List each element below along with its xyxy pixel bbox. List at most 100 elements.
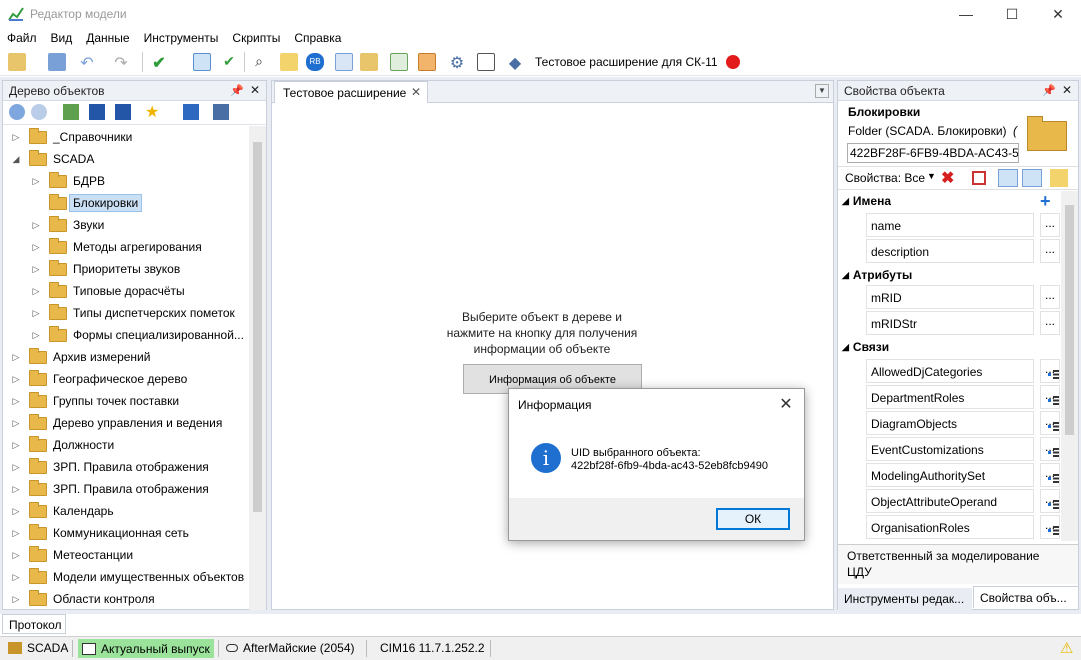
expander-icon[interactable]: ◢ bbox=[11, 154, 21, 165]
tab-dropdown-icon[interactable]: ▼ bbox=[815, 84, 829, 98]
menu-data[interactable]: Данные bbox=[79, 28, 136, 48]
tab-object-properties[interactable]: Свойства объ... bbox=[973, 586, 1079, 608]
menu-tools[interactable]: Инструменты bbox=[137, 28, 226, 48]
tree-item[interactable]: ▷ ЗРП. Правила отображения bbox=[3, 456, 248, 478]
group-names[interactable]: ◢ Имена bbox=[838, 191, 1060, 211]
prop-link-edit-button[interactable]: ... bbox=[1040, 515, 1060, 539]
tree-item[interactable]: ▷ Географическое дерево bbox=[3, 368, 248, 390]
prop-link-edit-button[interactable]: ... bbox=[1040, 411, 1060, 435]
folder-tm-icon[interactable] bbox=[360, 53, 378, 71]
properties-filter[interactable]: Свойства: Все bbox=[845, 171, 925, 185]
tree-item[interactable]: ▷ Календарь bbox=[3, 500, 248, 522]
expander-icon[interactable]: ▷ bbox=[31, 242, 41, 253]
properties-scrollbar[interactable] bbox=[1061, 191, 1078, 541]
expander-icon[interactable]: ▷ bbox=[31, 308, 41, 319]
prop-link[interactable]: EventCustomizations bbox=[866, 437, 1059, 461]
new-icon[interactable] bbox=[8, 53, 26, 71]
prop-description[interactable]: description bbox=[866, 239, 1034, 263]
prop-link[interactable]: ObjectAttributeOperand bbox=[866, 489, 1059, 513]
close-panel-icon[interactable]: ✕ bbox=[250, 83, 260, 97]
maximize-button[interactable]: ☐ bbox=[989, 0, 1035, 28]
prop-link-edit-button[interactable]: ... bbox=[1040, 359, 1060, 383]
tree-scroll-thumb[interactable] bbox=[253, 142, 262, 512]
windows-icon[interactable] bbox=[183, 104, 199, 120]
prop-link[interactable]: OrganisationRoles bbox=[866, 515, 1059, 539]
prop-link[interactable]: DepartmentRoles bbox=[866, 385, 1059, 409]
tree-item[interactable]: ▷ Приоритеты звуков bbox=[3, 258, 248, 280]
expander-icon[interactable]: ▷ bbox=[11, 418, 21, 429]
group-attributes[interactable]: ◢ Атрибуты bbox=[838, 265, 1060, 285]
uid-field[interactable]: 422BF28F-6FB9-4BDA-AC43-52 bbox=[847, 143, 1019, 163]
expander-icon[interactable]: ▷ bbox=[11, 462, 21, 473]
tree-item[interactable]: ▷ _Справочники bbox=[3, 126, 248, 148]
tree-item[interactable]: ▷ ЗРП. Правила отображения bbox=[3, 478, 248, 500]
prop-link-edit-button[interactable]: ... bbox=[1040, 463, 1060, 487]
prop-name-edit-button[interactable]: ... bbox=[1040, 213, 1060, 237]
tree-item[interactable]: ▷ Архив измерений bbox=[3, 346, 248, 368]
warning-icon[interactable]: ⚠ bbox=[1060, 639, 1073, 657]
expander-icon[interactable]: ▷ bbox=[11, 374, 21, 385]
sort-abc-icon[interactable] bbox=[89, 104, 105, 120]
menu-help[interactable]: Справка bbox=[287, 28, 348, 48]
close-panel-icon[interactable]: ✕ bbox=[1062, 83, 1072, 97]
redo-icon[interactable]: ↷ bbox=[112, 53, 130, 72]
tree-item[interactable]: ▷ Типы диспетчерских пометок bbox=[3, 302, 248, 324]
close-window-button[interactable]: ✕ bbox=[1035, 0, 1081, 28]
dialog-close-button[interactable]: ✕ bbox=[774, 394, 798, 414]
menu-scripts[interactable]: Скрипты bbox=[225, 28, 287, 48]
document-check-icon[interactable] bbox=[390, 53, 408, 71]
diamond-icon[interactable]: ◆ bbox=[506, 53, 524, 72]
prop-name[interactable]: name bbox=[866, 213, 1034, 237]
tree-item[interactable]: ▷ Формы специализированной... bbox=[3, 324, 248, 346]
tm-icon[interactable] bbox=[335, 53, 353, 71]
tree-item[interactable]: ◢ SCADA bbox=[3, 148, 248, 170]
expander-icon[interactable]: ▷ bbox=[11, 528, 21, 539]
prop-link[interactable]: ModelingAuthoritySet bbox=[866, 463, 1059, 487]
tab-protocol[interactable]: Протокол bbox=[2, 614, 66, 634]
view-mode-icon[interactable] bbox=[998, 169, 1018, 187]
expander-icon[interactable]: ▷ bbox=[11, 594, 21, 605]
tree-item[interactable]: ▷ БДРВ bbox=[3, 170, 248, 192]
back-icon[interactable] bbox=[9, 104, 25, 120]
prop-link-edit-button[interactable]: ... bbox=[1040, 437, 1060, 461]
brush-icon[interactable] bbox=[1050, 169, 1068, 187]
menu-file[interactable]: Файл bbox=[0, 28, 44, 48]
expander-icon[interactable]: ▷ bbox=[11, 352, 21, 363]
minimize-button[interactable]: — bbox=[943, 0, 989, 28]
group-links[interactable]: ◢ Связи bbox=[838, 337, 1060, 357]
expander-icon[interactable]: ▷ bbox=[11, 550, 21, 561]
properties-scroll-thumb[interactable] bbox=[1065, 205, 1074, 435]
chevron-down-icon[interactable]: ▼ bbox=[927, 171, 936, 181]
tree-item[interactable]: ▷ Должности bbox=[3, 434, 248, 456]
tab-test-extension[interactable]: Тестовое расширение ✕ bbox=[274, 81, 428, 103]
tree-item[interactable]: ▷ Метеостанции bbox=[3, 544, 248, 566]
tree-item[interactable]: ▷ Звуки bbox=[3, 214, 248, 236]
tree-item[interactable]: ▷ Группы точек поставки bbox=[3, 390, 248, 412]
prop-mridstr[interactable]: mRIDStr bbox=[866, 311, 1034, 335]
rb-icon[interactable]: RB bbox=[306, 53, 324, 71]
expander-icon[interactable]: ▷ bbox=[11, 484, 21, 495]
ok-button[interactable]: ОК bbox=[716, 508, 790, 530]
edit-icon[interactable] bbox=[193, 53, 211, 71]
delete-icon[interactable]: ✖ bbox=[941, 168, 954, 188]
favorites-icon[interactable]: ★ bbox=[145, 102, 159, 122]
tree-item[interactable]: ▷ Модели имущественных объектов bbox=[3, 566, 248, 588]
prop-link-edit-button[interactable]: ... bbox=[1040, 385, 1060, 409]
forward-icon[interactable] bbox=[31, 104, 47, 120]
expander-icon[interactable]: ▷ bbox=[11, 440, 21, 451]
extension-label[interactable]: Тестовое расширение для СК-11 bbox=[535, 55, 718, 69]
expander-icon[interactable]: ▷ bbox=[31, 286, 41, 297]
tree-item[interactable]: Блокировки bbox=[3, 192, 248, 214]
tree-item[interactable]: ▷ Области контроля bbox=[3, 588, 248, 610]
tree-item[interactable]: ▷ Коммуникационная сеть bbox=[3, 522, 248, 544]
settings-icon[interactable]: ⚙ bbox=[448, 53, 466, 72]
brush-icon[interactable] bbox=[280, 53, 298, 71]
expander-icon[interactable]: ▷ bbox=[11, 396, 21, 407]
expander-icon[interactable]: ▷ bbox=[31, 220, 41, 231]
tab-editor-tools[interactable]: Инструменты редак... bbox=[838, 588, 972, 610]
check-icon[interactable]: ✔ bbox=[150, 53, 168, 72]
prop-link[interactable]: AllowedDjCategories bbox=[866, 359, 1059, 383]
prop-description-edit-button[interactable]: ... bbox=[1040, 239, 1060, 263]
tree-scrollbar[interactable] bbox=[249, 126, 266, 610]
prop-mrid-edit-button[interactable]: ... bbox=[1040, 285, 1060, 309]
